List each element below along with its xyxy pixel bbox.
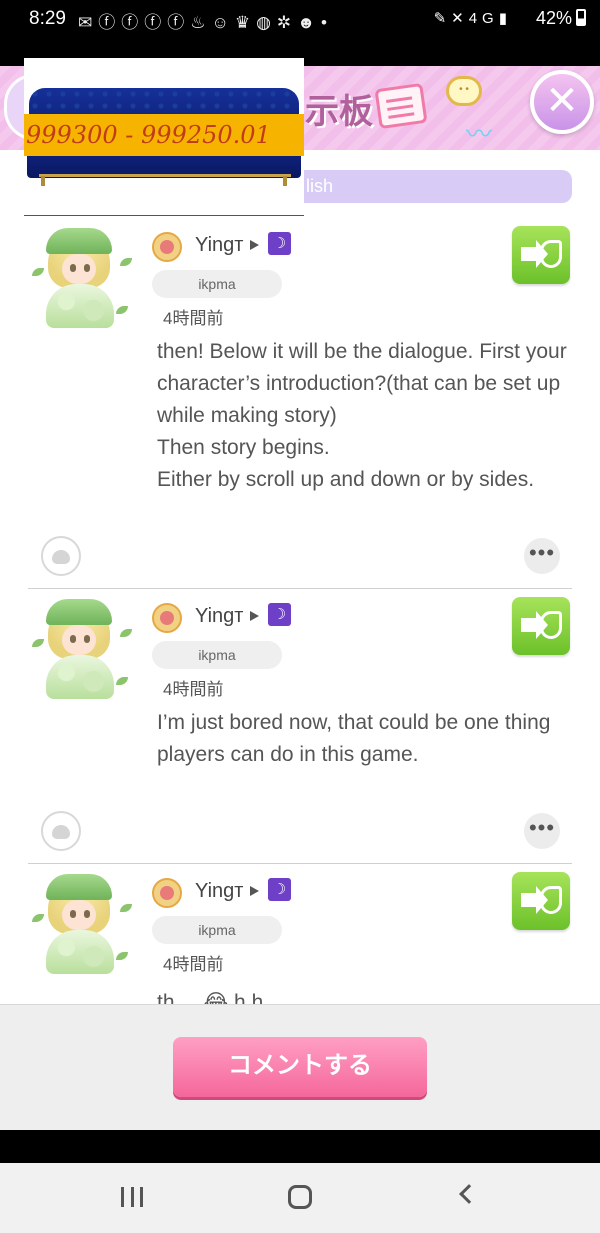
moon-icon: ☽ [268,603,291,626]
avatar[interactable] [28,228,136,332]
system-nav-bar [0,1163,600,1233]
language-filter[interactable]: lish [300,170,572,203]
product-ad-overlay[interactable]: 999300 - 999250.01 [24,58,304,216]
battery-icon [576,9,586,26]
post-text: I’m just bored now, that could be one th… [157,711,551,766]
play-icon [250,611,259,621]
reply-button[interactable] [512,597,570,655]
network-label: 4G [468,10,499,27]
recent-apps-icon[interactable] [121,1187,143,1207]
comment-post: Yingт ☽ ikpma 4時間前 then! Below it will b… [0,218,600,576]
moon-icon: ☽ [268,232,291,255]
reply-button[interactable] [512,872,570,930]
pizza-badge-icon [152,232,182,262]
user-tag: ikpma [152,641,282,669]
spacer-bar [0,1130,600,1163]
comment-post: Yingт ☽ ikpma 4時間前 th ... 😂 h h [0,864,600,1004]
wave-icon: 〰 [466,119,493,149]
more-options-button[interactable]: ••• [524,813,560,849]
price-label: 999300 - 999250.01 [24,114,304,156]
pizza-badge-icon [152,878,182,908]
page-title: 示板 [305,93,373,131]
notification-icons: ✉ⓕⓕⓕⓕ♨☺♛◍✲☻• [78,13,333,32]
pizza-badge-icon [152,603,182,633]
more-options-button[interactable]: ••• [524,538,560,574]
reaction-button[interactable] [41,536,81,576]
speech-arrow-icon [521,240,548,268]
speech-arrow-icon [521,886,548,914]
post-text: then! Below it will be the dialogue. Fir… [157,340,567,491]
post-time: 4時間前 [163,680,224,699]
battery-indicator: 42% [536,8,586,29]
avatar[interactable] [28,874,136,978]
status-time: 8:29 [29,8,66,29]
user-tag: ikpma [152,270,282,298]
home-icon[interactable] [288,1185,312,1209]
reply-button[interactable] [512,226,570,284]
play-icon [250,240,259,250]
post-text: th ... 😂 h h [157,991,264,1004]
system-icons: ✎✕4G▮ [433,10,512,27]
comment-button[interactable]: コメントする [173,1037,427,1097]
reaction-button[interactable] [41,811,81,851]
status-bar: 8:29 ✉ⓕⓕⓕⓕ♨☺♛◍✲☻• ✎✕4G▮ 42% [0,0,600,40]
play-icon [250,886,259,896]
speech-arrow-icon [521,611,548,639]
bulletin-board-icon [374,82,428,130]
speech-bubble-icon: • • [446,76,482,106]
back-icon[interactable] [459,1184,479,1204]
post-time: 4時間前 [163,955,224,974]
close-button[interactable]: ✕ [530,70,594,134]
comment-list[interactable]: lish Yingт ☽ ikpma 4時間前 then! Below it w… [0,150,600,1004]
username[interactable]: Yingт [195,234,243,257]
avatar[interactable] [28,599,136,703]
comment-footer: コメントする [0,1004,600,1130]
post-time: 4時間前 [163,309,224,328]
username[interactable]: Yingт [195,880,243,903]
user-tag: ikpma [152,916,282,944]
comment-post: Yingт ☽ ikpma 4時間前 I’m just bored now, t… [0,589,600,865]
moon-icon: ☽ [268,878,291,901]
battery-percent: 42% [535,8,572,28]
username[interactable]: Yingт [195,605,243,628]
